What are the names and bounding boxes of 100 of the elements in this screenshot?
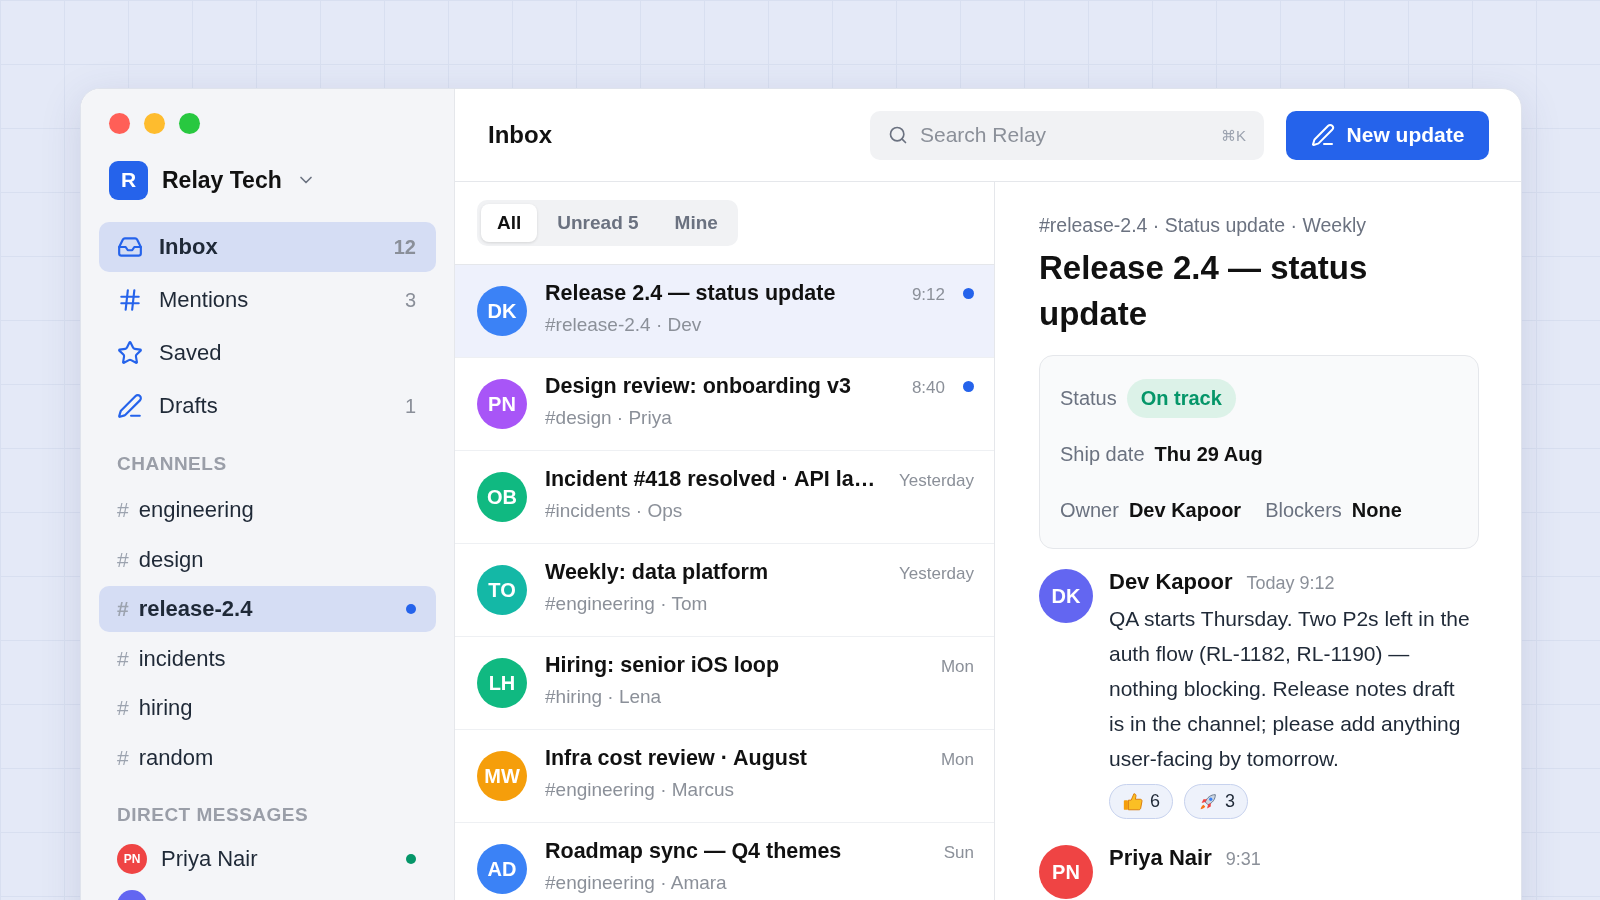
- close-icon[interactable]: [109, 113, 130, 134]
- thread-time: 8:40: [911, 377, 945, 398]
- thread-meta: #engineering · Tom: [545, 592, 709, 615]
- nav-count: 3: [404, 288, 416, 312]
- avatar: OB: [477, 472, 527, 522]
- hash-symbol: #: [117, 745, 129, 770]
- channel-item[interactable]: # random: [99, 734, 436, 781]
- filter-tab[interactable]: Mine: [658, 204, 734, 242]
- field-label: Ship date: [1060, 442, 1145, 466]
- filter-tab[interactable]: All: [481, 204, 538, 242]
- channel-name: release-2.4: [138, 596, 254, 622]
- thread-title: Hiring: senior iOS loop: [545, 652, 781, 678]
- field-value: None: [1351, 498, 1402, 522]
- avatar: PN: [477, 379, 527, 429]
- message-time: Today 9:12: [1246, 573, 1335, 594]
- channel-name: engineering: [138, 497, 255, 523]
- thread-title: Infra cost review · August: [545, 745, 809, 771]
- avatar: PN: [1039, 845, 1093, 899]
- channel-item[interactable]: # release-2.4: [99, 586, 436, 632]
- avatar: DK: [1039, 569, 1093, 623]
- star-icon: [117, 340, 143, 366]
- nav-count: 12: [393, 235, 416, 259]
- thread-meta: #engineering · Marcus: [545, 778, 736, 801]
- workspace-name[interactable]: Relay Tech: [162, 166, 282, 194]
- thread-title: Roadmap sync — Q4 themes: [545, 838, 843, 864]
- nav-item[interactable]: Saved: [99, 328, 436, 378]
- thread-time: Yesterday: [899, 563, 974, 584]
- thread-meta: #release-2.4 · Dev: [545, 313, 703, 336]
- hash-symbol: #: [117, 597, 129, 621]
- workspace-logo: R: [109, 160, 148, 200]
- message-text: QA starts Thursday. Two P2s left in the auth flow (RL-1182, RL-1190) — nothing blocking. Release notes draft is in the channel; please add anything user-facing by tomorrow.: [1109, 606, 1471, 772]
- dm-item[interactable]: PN Priya Nair: [99, 836, 436, 882]
- field-value: Dev Kapoor: [1128, 498, 1242, 522]
- thread-meta: #hiring · Lena: [545, 685, 663, 708]
- shortcut-hint: ⌘K: [1221, 126, 1246, 145]
- channel-name: incidents: [138, 645, 227, 672]
- filter-tab[interactable]: Unread 5: [541, 204, 655, 242]
- hash-symbol: #: [117, 646, 129, 671]
- thread-meta: #incidents · Ops: [545, 499, 684, 522]
- avatar: AD: [477, 844, 527, 894]
- minimize-icon[interactable]: [144, 113, 165, 134]
- nav-label: Saved: [159, 340, 223, 366]
- field-label: Status: [1060, 386, 1117, 410]
- nav-count: 1: [404, 394, 416, 418]
- reaction-button[interactable]: 3: [1184, 784, 1249, 819]
- message-time: 9:31: [1225, 849, 1261, 870]
- avatar: DK: [477, 286, 527, 336]
- nav-item[interactable]: Mentions 3: [99, 275, 436, 325]
- hash-symbol: #: [117, 696, 129, 720]
- status-badge: On track: [1126, 378, 1236, 418]
- section-heading: CHANNELS: [116, 453, 228, 475]
- new-update-button[interactable]: New update: [1286, 110, 1489, 160]
- pen-icon: [1310, 123, 1335, 147]
- thread-title: Design review: onboarding v3: [545, 373, 852, 399]
- pen-icon: [117, 393, 143, 419]
- inbox-icon: [117, 234, 143, 260]
- thread-meta: #design · Priya: [545, 406, 673, 429]
- search-icon: [888, 124, 908, 145]
- avatar: MW: [477, 751, 527, 801]
- hash-icon: [117, 287, 143, 313]
- thread-title: Incident #418 resolved · API la…: [545, 466, 877, 492]
- hash-symbol: #: [117, 547, 129, 572]
- nav-label: Inbox: [159, 234, 219, 260]
- nav-item[interactable]: Inbox 12: [99, 222, 436, 272]
- field-label: Blockers: [1265, 498, 1342, 522]
- thread-meta: #engineering · Amara: [545, 871, 728, 894]
- channel-item[interactable]: # incidents: [99, 635, 436, 682]
- field-label: Owner: [1060, 498, 1119, 522]
- nav-label: Mentions: [159, 287, 250, 313]
- section-heading: DIRECT MESSAGES: [116, 804, 310, 826]
- channel-item[interactable]: # engineering: [99, 487, 436, 533]
- message-author: Dev Kapoor: [1109, 569, 1233, 595]
- channel-item[interactable]: # hiring: [99, 685, 436, 731]
- thread-title: Weekly: data platform: [545, 559, 770, 585]
- avatar: LH: [477, 658, 527, 708]
- thread-title: Release 2.4 — status update: [545, 280, 837, 306]
- nav-label: Drafts: [159, 393, 219, 419]
- reaction-button[interactable]: 6: [1109, 784, 1173, 819]
- avatar: PN: [117, 844, 147, 874]
- thread-time: Mon: [940, 749, 974, 770]
- thread-time: Yesterday: [899, 470, 974, 491]
- message-author: Priya Nair: [1109, 845, 1212, 871]
- thread-time: 9:12: [911, 284, 945, 305]
- channel-name: random: [138, 744, 215, 771]
- hash-symbol: #: [117, 498, 129, 522]
- maximize-icon[interactable]: [179, 113, 200, 134]
- thread-time: Sun: [943, 842, 974, 863]
- nav-item[interactable]: Drafts 1: [99, 381, 436, 431]
- channel-item[interactable]: # design: [99, 536, 436, 583]
- thread-row[interactable]: DK Release 2.4 — status update 9:12 #release-2.4 · Dev: [455, 265, 994, 358]
- page-title: Inbox: [488, 121, 553, 149]
- field-value: Thu 29 Aug: [1154, 442, 1263, 466]
- detail-title: Release 2.4 — status update: [1039, 248, 1369, 334]
- avatar: TO: [477, 565, 527, 615]
- breadcrumb: #release-2.4 · Status update · Weekly: [1039, 214, 1367, 237]
- channel-name: hiring: [138, 695, 194, 721]
- dm-name: Priya Nair: [161, 846, 259, 872]
- channel-name: design: [138, 546, 205, 573]
- thread-time: Mon: [940, 656, 974, 677]
- thumbs-up-icon: [1122, 790, 1144, 813]
